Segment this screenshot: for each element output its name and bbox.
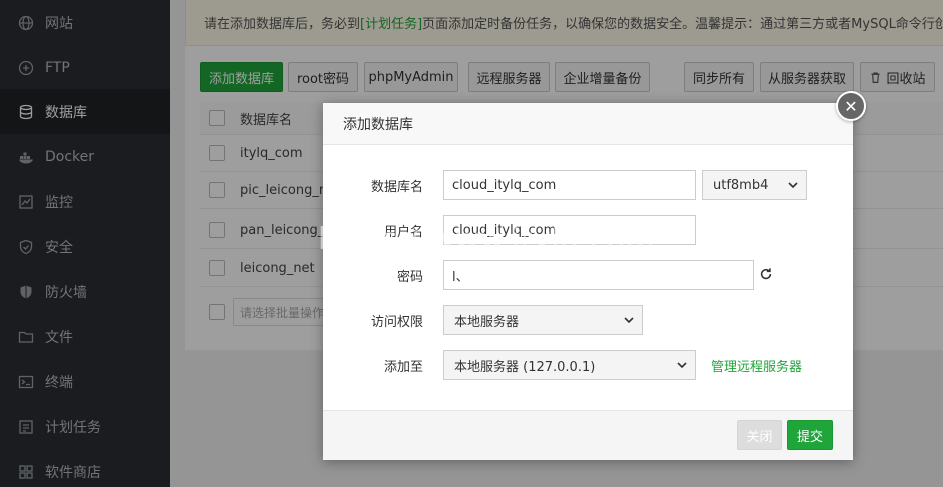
add-to-label: 添加至 — [383, 359, 423, 375]
dialog-footer: 关闭 提交 — [323, 410, 853, 460]
add-to-select[interactable]: 本地服务器 (127.0.0.1) — [443, 350, 696, 380]
add-to-value: 本地服务器 (127.0.0.1) — [454, 359, 596, 375]
add-database-dialog: 添加数据库 ✕ 数据库名 cloud_itylq_com utf8mb4 用户名… — [323, 91, 866, 460]
db-name-row: 数据库名 cloud_itylq_com utf8mb4 — [323, 170, 853, 200]
charset-value: utf8mb4 — [713, 177, 769, 193]
access-value: 本地服务器 — [454, 314, 520, 330]
db-name-label: 数据库名 — [370, 179, 423, 195]
add-to-row: 添加至 本地服务器 (127.0.0.1) 管理远程服务器 — [323, 350, 853, 380]
chevron-down-icon — [677, 362, 687, 369]
password-input[interactable]: l、 — [443, 260, 754, 290]
password-row: 密码 l、 — [323, 260, 853, 290]
manage-remote-server-link[interactable]: 管理远程服务器 — [711, 350, 802, 380]
access-row: 访问权限 本地服务器 — [323, 305, 853, 335]
db-name-input[interactable]: cloud_itylq_com — [443, 170, 696, 200]
dialog-title: 添加数据库 — [343, 116, 413, 133]
access-select[interactable]: 本地服务器 — [443, 305, 643, 335]
chevron-down-icon — [624, 317, 634, 324]
access-label: 访问权限 — [370, 314, 423, 330]
chevron-down-icon — [788, 182, 798, 189]
watermark: https://www.itylq.com — [318, 222, 656, 257]
close-icon[interactable]: ✕ — [836, 91, 866, 121]
close-button[interactable]: 关闭 — [737, 420, 782, 450]
password-label: 密码 — [396, 269, 423, 285]
charset-select[interactable]: utf8mb4 — [702, 170, 807, 200]
dialog-header: 添加数据库 — [323, 103, 853, 145]
refresh-password-icon[interactable] — [759, 267, 773, 281]
submit-button[interactable]: 提交 — [787, 420, 833, 450]
